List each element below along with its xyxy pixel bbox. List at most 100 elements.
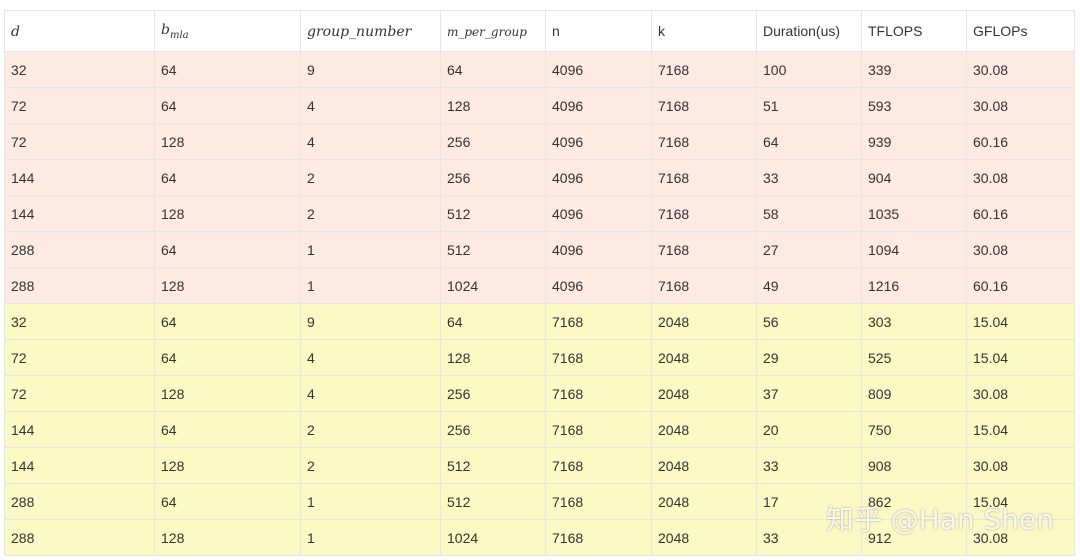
table-cell: 72 xyxy=(4,87,155,124)
table-cell: 912 xyxy=(861,519,967,556)
table-row: 144 128 2 512 7168 2048 33 908 30.08 xyxy=(4,447,1075,484)
table-cell: 128 xyxy=(154,519,301,556)
table-cell: 32 xyxy=(4,303,155,340)
table-cell: 512 xyxy=(440,483,546,520)
table-row: 72 128 4 256 4096 7168 64 939 60.16 xyxy=(4,123,1075,160)
table-cell: 4096 xyxy=(545,159,652,196)
table-cell: 64 xyxy=(154,483,301,520)
table-cell: 30.08 xyxy=(966,87,1075,124)
table-cell: 7168 xyxy=(545,519,652,556)
table-cell: 7168 xyxy=(545,447,652,484)
table-cell: 17 xyxy=(756,483,862,520)
table-cell: 593 xyxy=(861,87,967,124)
table-row: 32 64 9 64 7168 2048 56 303 15.04 xyxy=(4,303,1075,340)
table-cell: 144 xyxy=(4,159,155,196)
table-cell: 15.04 xyxy=(966,483,1075,520)
table-cell: 60.16 xyxy=(966,195,1075,232)
table-cell: 51 xyxy=(756,87,862,124)
table-cell: 64 xyxy=(154,159,301,196)
table-cell: 1 xyxy=(300,267,441,304)
table-cell: 288 xyxy=(4,267,155,304)
table-cell: 7168 xyxy=(651,51,757,88)
table-cell: 288 xyxy=(4,231,155,268)
table-cell: 33 xyxy=(756,519,862,556)
table-cell: 144 xyxy=(4,195,155,232)
col-header-n: n xyxy=(545,10,652,52)
table-cell: 7168 xyxy=(651,87,757,124)
table-row: 72 64 4 128 7168 2048 29 525 15.04 xyxy=(4,339,1075,376)
col-header-tflops: TFLOPS xyxy=(861,10,967,52)
table-cell: 72 xyxy=(4,339,155,376)
table-cell: 7168 xyxy=(651,267,757,304)
table-cell: 862 xyxy=(861,483,967,520)
table-cell: 64 xyxy=(154,303,301,340)
table-cell: 1 xyxy=(300,231,441,268)
table-cell: 33 xyxy=(756,447,862,484)
table-cell: 4096 xyxy=(545,231,652,268)
table-cell: 64 xyxy=(756,123,862,160)
table-row: 288 64 1 512 4096 7168 27 1094 30.08 xyxy=(4,231,1075,268)
table-cell: 144 xyxy=(4,411,155,448)
table-cell: 4096 xyxy=(545,87,652,124)
table-cell: 256 xyxy=(440,123,546,160)
table-cell: 72 xyxy=(4,123,155,160)
table-row: 144 64 2 256 4096 7168 33 904 30.08 xyxy=(4,159,1075,196)
table-cell: 30.08 xyxy=(966,231,1075,268)
table-cell: 128 xyxy=(154,375,301,412)
table-cell: 4096 xyxy=(545,51,652,88)
table-cell: 4 xyxy=(300,87,441,124)
table-cell: 29 xyxy=(756,339,862,376)
table-cell: 128 xyxy=(154,123,301,160)
table-cell: 128 xyxy=(154,195,301,232)
table-body: 32 64 9 64 4096 7168 100 339 30.08 72 64 4 128 4096 71… xyxy=(4,51,1075,556)
table-cell: 2048 xyxy=(651,375,757,412)
table-cell: 7168 xyxy=(545,339,652,376)
table-cell: 939 xyxy=(861,123,967,160)
table-cell: 100 xyxy=(756,51,862,88)
table-row: 288 64 1 512 7168 2048 17 862 15.04 xyxy=(4,483,1075,520)
table-cell: 1094 xyxy=(861,231,967,268)
table-cell: 128 xyxy=(154,447,301,484)
table-cell: 7168 xyxy=(545,483,652,520)
table-cell: 2048 xyxy=(651,339,757,376)
table-cell: 20 xyxy=(756,411,862,448)
table-cell: 512 xyxy=(440,231,546,268)
table-cell: 27 xyxy=(756,231,862,268)
table-cell: 64 xyxy=(440,303,546,340)
table-cell: 4096 xyxy=(545,195,652,232)
table-cell: 512 xyxy=(440,195,546,232)
table-cell: 128 xyxy=(154,267,301,304)
table-cell: 2048 xyxy=(651,303,757,340)
table-cell: 30.08 xyxy=(966,159,1075,196)
table-row: 288 128 1 1024 7168 2048 33 912 30.08 xyxy=(4,519,1075,556)
table-row: 72 128 4 256 7168 2048 37 809 30.08 xyxy=(4,375,1075,412)
col-header-m-per-group: m_per_group xyxy=(440,10,546,52)
table-cell: 7168 xyxy=(545,303,652,340)
table-cell: 58 xyxy=(756,195,862,232)
table-cell: 2 xyxy=(300,159,441,196)
table-cell: 15.04 xyxy=(966,339,1075,376)
table-cell: 288 xyxy=(4,483,155,520)
table-cell: 64 xyxy=(154,231,301,268)
table-cell: 1024 xyxy=(440,267,546,304)
table-cell: 7168 xyxy=(545,375,652,412)
table-cell: 288 xyxy=(4,519,155,556)
table-cell: 908 xyxy=(861,447,967,484)
table-cell: 339 xyxy=(861,51,967,88)
table-cell: 72 xyxy=(4,375,155,412)
data-table: d bmla group_number m_per_group n k Dura… xyxy=(4,10,1075,556)
table-cell: 256 xyxy=(440,159,546,196)
col-header-b-mla: bmla xyxy=(154,10,301,52)
table-row: 144 64 2 256 7168 2048 20 750 15.04 xyxy=(4,411,1075,448)
table-cell: 60.16 xyxy=(966,267,1075,304)
table-cell: 1 xyxy=(300,483,441,520)
table-cell: 30.08 xyxy=(966,375,1075,412)
table-cell: 32 xyxy=(4,51,155,88)
table-cell: 1024 xyxy=(440,519,546,556)
table-cell: 128 xyxy=(440,87,546,124)
table-cell: 33 xyxy=(756,159,862,196)
table-cell: 7168 xyxy=(651,195,757,232)
table-cell: 904 xyxy=(861,159,967,196)
table-cell: 49 xyxy=(756,267,862,304)
table-cell: 64 xyxy=(440,51,546,88)
